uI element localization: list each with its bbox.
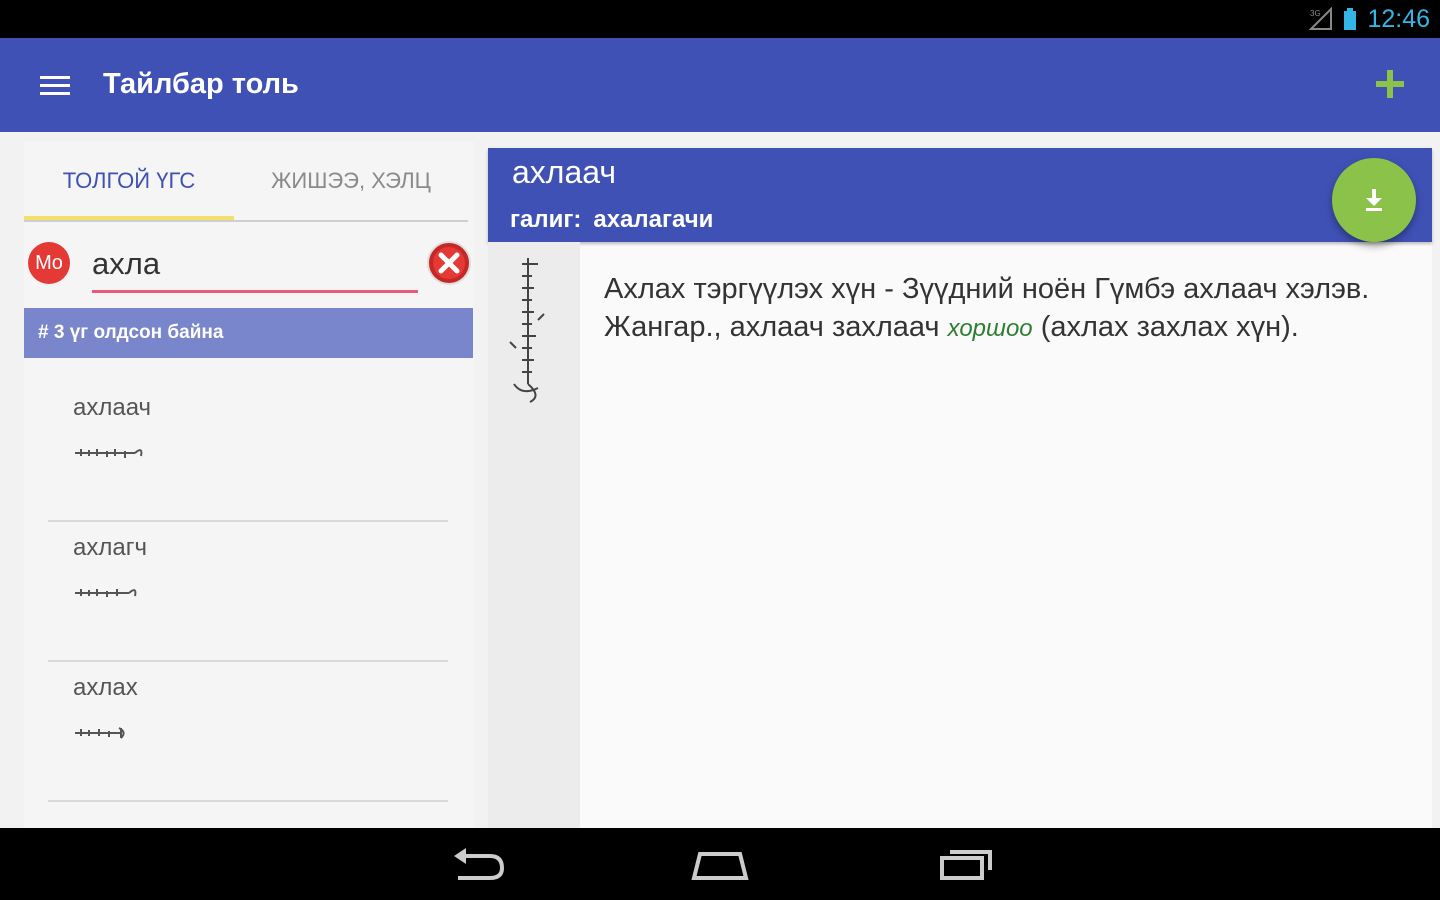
download-icon xyxy=(1366,189,1382,211)
tab-examples[interactable]: ЖИШЭЭ, ХЭЛЦ xyxy=(246,142,456,220)
app-bar: Тайлбар толь xyxy=(0,38,1440,132)
galig-line: галиг: ахалагачи xyxy=(510,206,713,234)
language-badge[interactable]: Mo xyxy=(28,242,70,284)
tab-headwords[interactable]: ТОЛГОЙ ҮГС xyxy=(24,142,234,220)
status-icons: 3G 12:46 xyxy=(1309,4,1430,34)
word-label: ахлаач xyxy=(73,394,152,421)
signal-icon: 3G xyxy=(1309,7,1333,30)
recents-icon[interactable] xyxy=(934,842,998,886)
search-panel: ТОЛГОЙ ҮГС ЖИШЭЭ, ХЭЛЦ Mo # 3 үг олдсон … xyxy=(24,142,474,828)
definition-tag: хоршоо xyxy=(947,315,1033,342)
mongolian-script-image xyxy=(75,589,137,597)
galig-label: галиг: xyxy=(510,206,582,233)
tab-indicator xyxy=(24,216,234,220)
status-time: 12:46 xyxy=(1367,4,1430,33)
mongolian-script-image xyxy=(75,727,125,739)
search-input[interactable] xyxy=(92,238,418,293)
download-button[interactable] xyxy=(1332,158,1416,242)
plus-icon[interactable] xyxy=(1370,64,1410,104)
result-count-bar: # 3 үг олдсон байна xyxy=(24,308,473,358)
script-column xyxy=(488,242,580,828)
clear-icon[interactable] xyxy=(426,240,472,286)
galig-value: ахалагачи xyxy=(593,206,714,233)
svg-text:3G: 3G xyxy=(1310,9,1321,18)
word-list: ахлаач ахлагч ахлах xyxy=(48,382,448,802)
back-icon[interactable] xyxy=(446,842,510,886)
tab-bar: ТОЛГОЙ ҮГС ЖИШЭЭ, ХЭЛЦ xyxy=(24,142,468,222)
vertical-script-image xyxy=(509,258,545,403)
word-label: ахлах xyxy=(73,674,138,701)
entry-word: ахлаач xyxy=(512,154,617,190)
entry-panel: ахлаач галиг: ахалагачи Ахлах тэргүүлэх х… xyxy=(488,148,1432,828)
entry-header: ахлаач галиг: ахалагачи xyxy=(488,148,1432,242)
definition-text: Ахлах тэргүүлэх хүн - Зүүдний ноён Гүмбэ… xyxy=(604,270,1416,348)
list-item[interactable]: ахлаач xyxy=(48,382,448,522)
list-item[interactable]: ахлах xyxy=(48,662,448,802)
list-item[interactable]: ахлагч xyxy=(48,522,448,662)
mongolian-script-image xyxy=(75,449,143,458)
definition-part: (ахлах захлах хүн). xyxy=(1032,311,1299,343)
word-label: ахлагч xyxy=(73,534,147,561)
status-bar: 3G 12:46 xyxy=(0,0,1440,38)
battery-icon xyxy=(1344,8,1357,30)
home-icon[interactable] xyxy=(688,842,752,886)
menu-icon[interactable] xyxy=(30,64,80,108)
app-title: Тайлбар толь xyxy=(103,68,299,100)
navigation-bar xyxy=(0,828,1440,900)
